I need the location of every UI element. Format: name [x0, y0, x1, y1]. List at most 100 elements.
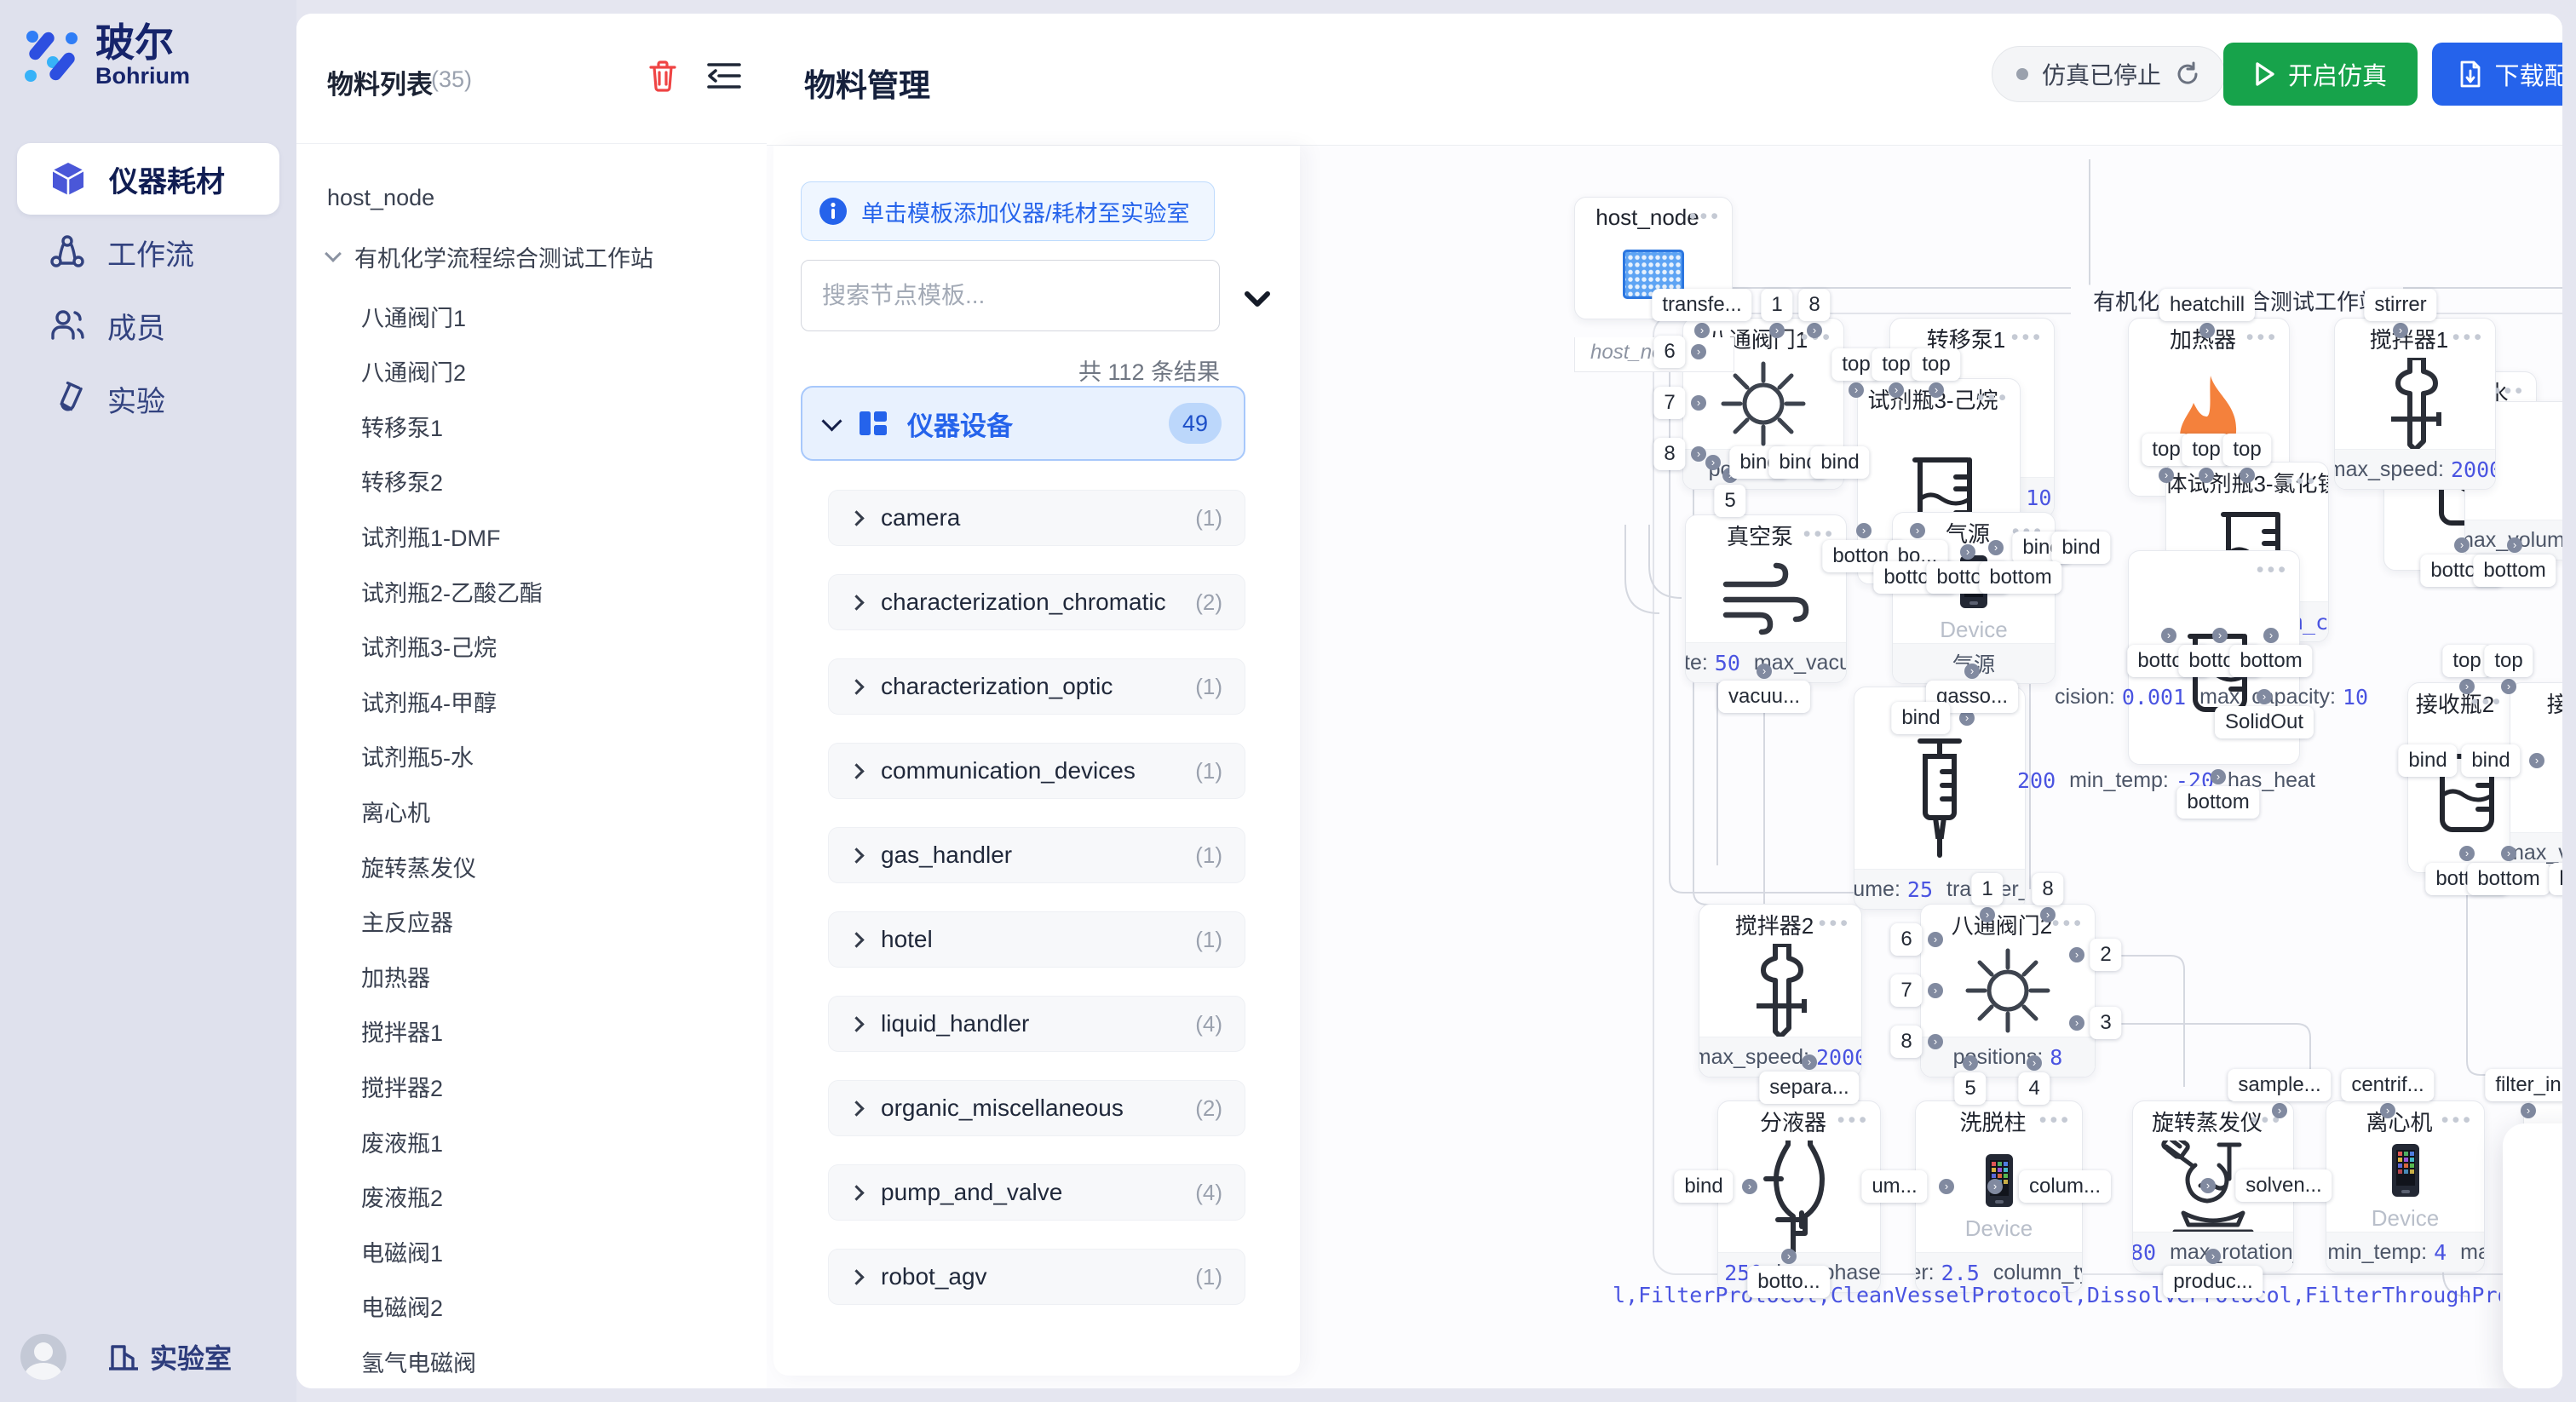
sidebar-item-experiments[interactable]: 实验	[17, 363, 279, 434]
tree-item[interactable]: 试剂瓶2-乙酸乙酯	[296, 567, 831, 615]
node-menu-icon[interactable]: •••	[2286, 469, 2318, 494]
port-dot-icon[interactable]: ›	[1939, 1179, 1954, 1194]
port-dot-icon[interactable]: ›	[2212, 628, 2228, 643]
tree-item[interactable]: 废液瓶2	[296, 1173, 831, 1221]
port-dot-icon[interactable]: ›	[2521, 1103, 2536, 1118]
node-menu-icon[interactable]: •••	[2246, 325, 2279, 350]
port-chip-bind[interactable]: bind	[1674, 1170, 1733, 1203]
port-dot-icon[interactable]: ›	[2069, 1015, 2084, 1031]
port-chip-5[interactable]: 5	[1714, 485, 1745, 517]
port-dot-icon[interactable]: ›	[1691, 344, 1706, 359]
minimap[interactable]	[2503, 1123, 2562, 1388]
port-chip-vacuu...[interactable]: vacuu...	[1718, 681, 1810, 713]
port-dot-icon[interactable]: ›	[1781, 1249, 1797, 1264]
canvas-node-八通阀门2[interactable]: 八通阀门2•••positions:8	[1920, 904, 2096, 1077]
template-category-gas_handler[interactable]: gas_handler(1)	[828, 827, 1245, 883]
node-menu-icon[interactable]: •••	[1819, 911, 1851, 936]
sidebar-item-members[interactable]: 成员	[17, 290, 279, 361]
start-simulation-button[interactable]: 开启仿真	[2223, 43, 2418, 106]
port-dot-icon[interactable]: ›	[1742, 1179, 1757, 1194]
port-dot-icon[interactable]: ›	[1910, 523, 1925, 538]
port-dot-icon[interactable]: ›	[2380, 1103, 2395, 1118]
canvas-node-真空泵[interactable]: 真空泵•••pump_rate:50max_vacuum:0.1	[1685, 514, 1847, 683]
tree-item[interactable]: 试剂瓶4-甲醇	[296, 677, 831, 725]
port-dot-icon[interactable]: ›	[1694, 323, 1710, 338]
tree-item[interactable]: 旋转蒸发仪	[296, 842, 831, 890]
port-dot-icon[interactable]: ›	[2507, 537, 2522, 553]
port-chip-colum...[interactable]: colum...	[2019, 1170, 2111, 1203]
port-chip-solven...[interactable]: solven...	[2235, 1169, 2332, 1202]
port-dot-icon[interactable]: ›	[2272, 1103, 2287, 1118]
template-category-communication_devices[interactable]: communication_devices(1)	[828, 743, 1245, 799]
node-menu-icon[interactable]: •••	[2471, 690, 2504, 715]
tree-item[interactable]: 八通阀门1	[296, 292, 831, 340]
port-chip-um...[interactable]: um...	[1861, 1170, 1927, 1203]
port-dot-icon[interactable]: ›	[2159, 468, 2174, 483]
tree-item[interactable]: 主反应器	[296, 898, 831, 945]
port-chip-botto...[interactable]: botto...	[1747, 1266, 1830, 1298]
tree-item[interactable]: 试剂瓶3-己烷	[296, 623, 831, 670]
port-chip-bottom[interactable]: bottom	[2176, 786, 2259, 819]
port-dot-icon[interactable]: ›	[2161, 628, 2176, 643]
node-menu-icon[interactable]: •••	[2052, 911, 2084, 936]
port-chip-top[interactable]: top	[2222, 434, 2271, 466]
port-dot-icon[interactable]: ›	[1757, 664, 1772, 679]
tree-item[interactable]: 离心机	[296, 787, 831, 835]
port-chip-6[interactable]: 6	[1653, 336, 1685, 368]
canvas-node-接收瓶3[interactable]: 接收瓶3•••max_volume:250	[2510, 682, 2562, 873]
node-menu-icon[interactable]: •••	[2493, 379, 2526, 404]
port-dot-icon[interactable]: ›	[1963, 1055, 1978, 1071]
canvas-node-搅拌器2[interactable]: 搅拌器2•••max_speed:2000	[1699, 904, 1862, 1077]
port-dot-icon[interactable]: ›	[1889, 382, 1904, 398]
canvas-node-分液器[interactable]: 分液器•••volume:250has_phases:true	[1717, 1100, 1881, 1293]
simulation-status-pill[interactable]: 仿真已停止	[1992, 46, 2225, 102]
port-chip-bind[interactable]: bind	[2398, 744, 2457, 777]
port-dot-icon[interactable]: ›	[1705, 455, 1721, 470]
port-dot-icon[interactable]: ›	[1802, 1054, 1817, 1070]
port-chip-separa...[interactable]: separa...	[1759, 1072, 1859, 1104]
port-dot-icon[interactable]: ›	[1928, 1034, 1943, 1049]
node-menu-icon[interactable]: •••	[1977, 386, 2010, 411]
port-dot-icon[interactable]: ›	[1928, 983, 1943, 998]
port-chip-bottom[interactable]: bottom	[2473, 554, 2556, 587]
port-dot-icon[interactable]: ›	[1964, 664, 1980, 679]
port-dot-icon[interactable]: ›	[2199, 323, 2215, 338]
port-chip-bottom[interactable]: bottom	[1979, 561, 2061, 594]
port-dot-icon[interactable]: ›	[1988, 540, 2004, 555]
port-chip-5[interactable]: 5	[1954, 1072, 1986, 1105]
trash-icon[interactable]	[647, 60, 678, 92]
port-chip-4[interactable]: 4	[2018, 1072, 2050, 1105]
port-dot-icon[interactable]: ›	[1929, 382, 1944, 398]
port-dot-icon[interactable]: ›	[2257, 689, 2272, 704]
port-dot-icon[interactable]: ›	[1769, 323, 1785, 338]
port-dot-icon[interactable]: ›	[2211, 769, 2226, 784]
port-chip-filter_in[interactable]: filter_in	[2485, 1069, 2562, 1101]
port-chip-8[interactable]: 8	[1653, 438, 1685, 470]
port-chip-bind[interactable]: bind	[1810, 446, 1869, 479]
port-dot-icon[interactable]: ›	[2027, 1055, 2042, 1071]
collapse-list-icon[interactable]	[707, 61, 741, 90]
tree-item[interactable]: 搅拌器1	[296, 1008, 831, 1055]
node-menu-icon[interactable]: •••	[2452, 325, 2485, 350]
port-chip-7[interactable]: 7	[1653, 387, 1685, 419]
refresh-icon[interactable]	[2175, 61, 2200, 87]
tree-item-workstation[interactable]: 有机化学流程综合测试工作站	[296, 233, 797, 280]
port-dot-icon[interactable]: ›	[1807, 323, 1822, 338]
tree-item[interactable]: 转移泵2	[296, 457, 831, 505]
port-dot-icon[interactable]: ›	[2240, 468, 2255, 483]
port-chip-8[interactable]: 8	[1798, 289, 1830, 321]
port-chip-2[interactable]: 2	[2090, 939, 2121, 971]
port-chip-3[interactable]: 3	[2090, 1007, 2121, 1039]
tree-item[interactable]: 电磁阀2	[296, 1283, 831, 1330]
port-dot-icon[interactable]: ›	[1691, 446, 1706, 462]
canvas-node-接收瓶2[interactable]: 接收瓶2•••	[2407, 682, 2515, 873]
port-dot-icon[interactable]: ›	[1960, 544, 1975, 560]
sidebar-item-lab[interactable]: 实验室	[106, 1337, 232, 1376]
template-category-liquid_handler[interactable]: liquid_handler(4)	[828, 996, 1245, 1052]
node-menu-icon[interactable]: •••	[2257, 558, 2289, 583]
tree-item[interactable]: 氢气电磁阀	[296, 1337, 831, 1385]
template-category-camera[interactable]: camera(1)	[828, 490, 1245, 546]
template-category-characterization_optic[interactable]: characterization_optic(1)	[828, 658, 1245, 715]
category-instruments[interactable]: 仪器设备 49	[801, 386, 1245, 461]
node-menu-icon[interactable]: •••	[1837, 1108, 1870, 1133]
